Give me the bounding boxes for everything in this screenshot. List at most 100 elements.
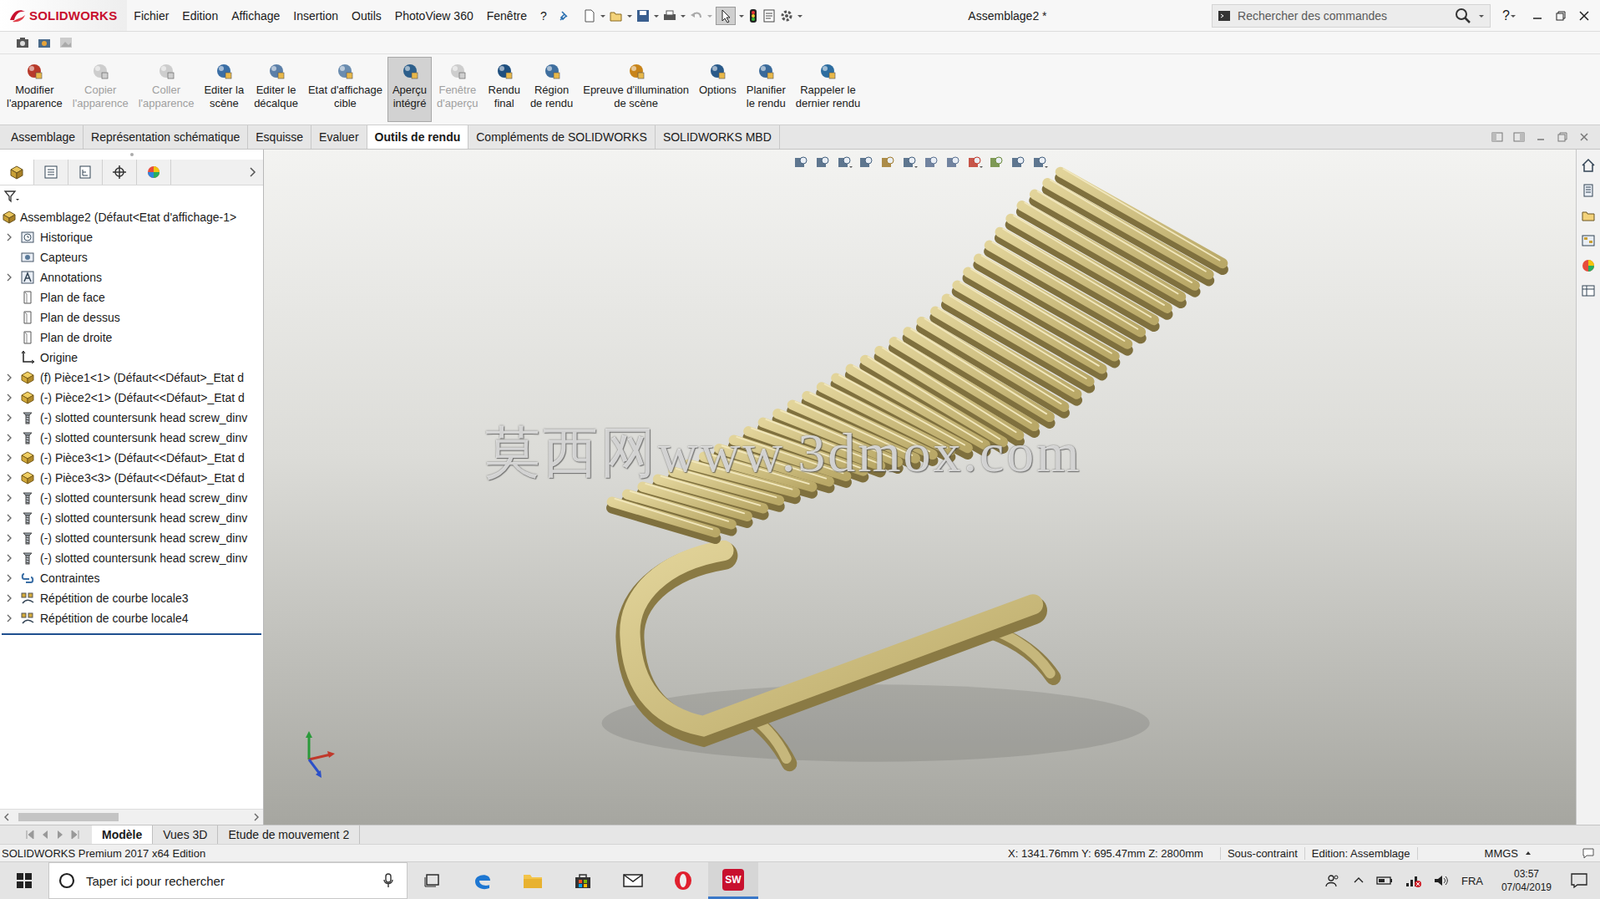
tree-item[interactable]: Contraintes (0, 567, 264, 588)
view-tool-icon[interactable] (901, 154, 918, 172)
tree-item[interactable]: (-) Pièce3<1> (Défaut<<Défaut>_Etat d (0, 447, 264, 468)
save-icon[interactable] (635, 8, 651, 24)
restore-icon[interactable] (1556, 131, 1569, 143)
command-tab[interactable]: Outils de rendu (367, 125, 470, 149)
menu-item[interactable]: Outils (344, 9, 389, 23)
tree-filter[interactable] (0, 185, 264, 208)
ribbon-button[interactable]: Etat d'affichagecible (303, 56, 388, 122)
menu-item[interactable]: Edition (175, 9, 225, 23)
magnifier-icon[interactable] (1454, 7, 1472, 25)
ribbon-button[interactable]: Rappeler ledernier rendu (790, 56, 866, 122)
tree-item[interactable]: (-) slotted countersunk head screw_dinv (0, 427, 264, 448)
dropdown-icon[interactable] (653, 8, 660, 24)
notifications-icon[interactable] (1569, 871, 1589, 889)
print-icon[interactable] (662, 8, 678, 24)
view-tool-icon[interactable] (792, 154, 810, 172)
menu-item[interactable]: Insertion (286, 9, 345, 23)
tile-left-icon[interactable] (1491, 131, 1504, 143)
microphone-icon[interactable] (381, 871, 395, 889)
command-search[interactable]: Rechercher des commandes (1211, 4, 1491, 28)
render-camera-icon[interactable] (36, 35, 52, 51)
dropdown-icon[interactable] (738, 8, 745, 24)
display-tab[interactable] (136, 159, 172, 185)
file-explorer-button[interactable] (507, 861, 558, 899)
command-tab[interactable]: Représentation schématique (83, 125, 249, 149)
expand-arrow-icon[interactable] (5, 533, 14, 542)
input-language[interactable]: FRA (1461, 874, 1484, 887)
command-tab[interactable]: Assemblage (3, 125, 84, 149)
model-tab[interactable]: Etude de mouvement 2 (217, 825, 360, 844)
feature-tree-tab[interactable] (0, 159, 35, 185)
panel-handle[interactable] (0, 149, 264, 160)
property-tab[interactable] (34, 159, 69, 185)
menu-item[interactable]: Fenêtre (480, 9, 534, 23)
expand-arrow-icon[interactable] (5, 413, 14, 422)
tree-item[interactable]: (-) Pièce2<1> (Défaut<<Défaut>_Etat d (0, 387, 264, 408)
expand-arrow-icon[interactable] (5, 273, 14, 282)
people-icon[interactable] (1324, 871, 1342, 889)
tree-item[interactable]: Annotations (0, 267, 264, 288)
tree-item[interactable]: (-) Pièce3<3> (Défaut<<Défaut>_Etat d (0, 467, 264, 488)
ribbon-button[interactable]: Editer ledécalque (248, 56, 304, 122)
tree-item[interactable]: (-) slotted countersunk head screw_dinv (0, 527, 264, 548)
view-tool-icon[interactable] (1031, 154, 1049, 172)
opera-button[interactable] (658, 861, 709, 899)
previous-tab-icon[interactable] (38, 827, 52, 841)
command-tab[interactable]: SOLIDWORKS MBD (655, 125, 780, 149)
dropdown-icon[interactable] (626, 8, 633, 24)
dropdown-icon[interactable] (599, 8, 607, 24)
tree-item[interactable]: Plan de dessus (0, 307, 264, 328)
show-hidden-icons-icon[interactable] (1352, 874, 1365, 887)
minimize-icon[interactable] (1531, 10, 1544, 22)
tree-item[interactable]: (-) slotted countersunk head screw_dinv (0, 487, 264, 508)
pin-icon[interactable] (558, 10, 571, 22)
menu-item[interactable]: ? (533, 9, 554, 23)
view-tool-icon[interactable] (835, 154, 853, 172)
custom-properties-icon[interactable] (1580, 283, 1596, 299)
clock[interactable]: 03:5707/04/2019 (1494, 866, 1559, 894)
tree-item[interactable]: Plan de face (0, 287, 264, 308)
select-tool[interactable] (715, 6, 736, 26)
first-tab-icon[interactable] (23, 827, 37, 841)
last-tab-icon[interactable] (68, 827, 82, 841)
tree-root[interactable]: Assemblage2 (Défaut<Etat d'affichage-1> (0, 207, 264, 228)
file-properties-icon[interactable] (761, 8, 777, 24)
home-icon[interactable] (1580, 157, 1596, 173)
menu-item[interactable]: Fichier (126, 9, 176, 23)
expand-arrow-icon[interactable] (5, 232, 14, 242)
dropdown-icon[interactable] (796, 8, 804, 24)
menu-item[interactable]: PhotoView 360 (388, 9, 481, 23)
view-tool-icon[interactable] (987, 154, 1005, 172)
help-button[interactable]: ? (1502, 8, 1510, 24)
tree-item[interactable]: Plan de droite (0, 327, 264, 348)
command-tab[interactable]: Esquisse (248, 125, 312, 149)
mail-button[interactable] (607, 861, 659, 899)
rollback-bar[interactable] (1, 632, 262, 635)
ribbon-button[interactable]: Planifierle rendu (741, 56, 791, 122)
expand-arrow-icon[interactable] (5, 573, 14, 583)
ribbon-button[interactable]: Aperçuintégré (387, 56, 432, 122)
expand-arrow-icon[interactable] (5, 513, 14, 522)
view-tool-icon[interactable] (922, 154, 940, 172)
chevron-right-icon[interactable] (248, 165, 259, 179)
store-button[interactable] (557, 861, 608, 899)
ribbon-button[interactable]: Epreuve d'illuminationde scène (577, 56, 694, 122)
expand-arrow-icon[interactable] (5, 473, 14, 482)
tree-item[interactable]: (f) Pièce1<1> (Défaut<<Défaut>_Etat d (0, 367, 264, 388)
view-tool-icon[interactable] (944, 154, 962, 172)
expand-arrow-icon[interactable] (5, 393, 14, 402)
camera-icon[interactable] (15, 35, 31, 51)
tile-right-icon[interactable] (1513, 131, 1525, 143)
horizontal-scrollbar[interactable] (0, 808, 264, 825)
rebuild-icon[interactable] (747, 8, 760, 24)
ribbon-button[interactable]: Options (693, 56, 742, 122)
design-library-icon[interactable] (1580, 182, 1596, 198)
expand-arrow-icon[interactable] (5, 453, 14, 462)
view-tool-icon[interactable] (1009, 154, 1027, 172)
ribbon-button[interactable]: Rendufinal (483, 56, 526, 122)
scroll-thumb[interactable] (18, 812, 119, 821)
tooltip-icon[interactable] (1581, 846, 1595, 859)
next-tab-icon[interactable] (53, 827, 67, 841)
battery-icon[interactable] (1376, 874, 1393, 887)
minimize-icon[interactable] (1534, 131, 1547, 143)
